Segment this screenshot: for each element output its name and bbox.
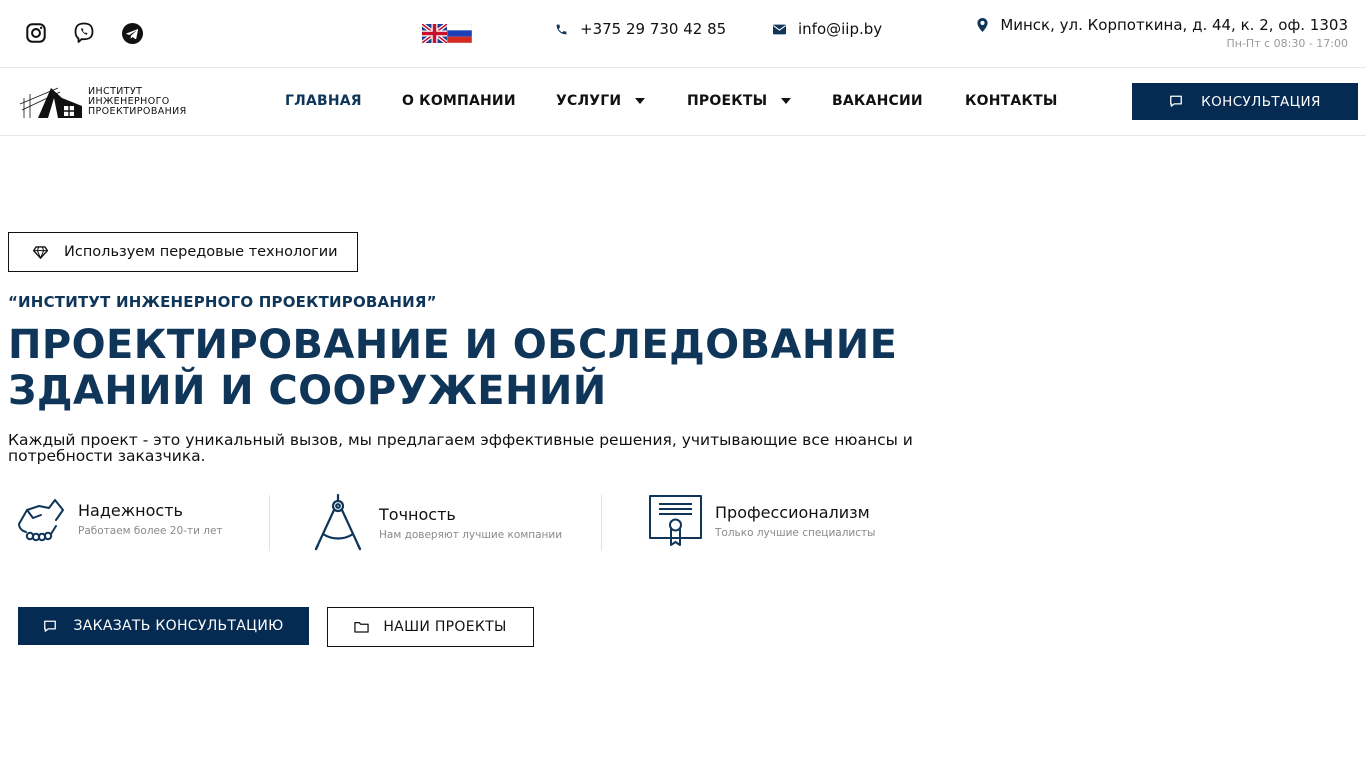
chat-icon bbox=[44, 620, 57, 632]
address-block: Минск, ул. Корпоткина, д. 44, к. 2, оф. … bbox=[977, 16, 1348, 50]
hero-headline: ПРОЕКТИРОВАНИЕ И ОБСЛЕДОВАНИЕ ЗДАНИЙ И С… bbox=[8, 322, 968, 414]
headline-line: ПРОЕКТИРОВАНИЕ И ОБСЛЕДОВАНИЕ bbox=[8, 322, 898, 368]
nav-item-label: УСЛУГИ bbox=[556, 93, 622, 109]
consultation-button-label: КОНСУЛЬТАЦИЯ bbox=[1201, 93, 1321, 110]
uk-flag-icon[interactable] bbox=[420, 22, 449, 45]
feature-description: Только лучшие специалисты bbox=[715, 527, 876, 539]
nav-item-label: ПРОЕКТЫ bbox=[687, 93, 768, 109]
email-link[interactable]: info@iip.by bbox=[773, 20, 882, 38]
diamond-icon bbox=[33, 245, 48, 259]
tag-label: Используем передовые технологии bbox=[64, 244, 338, 260]
caret-down-icon bbox=[635, 98, 646, 104]
our-projects-button[interactable]: НАШИ ПРОЕКТЫ bbox=[327, 607, 534, 647]
working-hours: Пн-Пт с 08:30 - 17:00 bbox=[1226, 37, 1348, 50]
order-consultation-button[interactable]: ЗАКАЗАТЬ КОНСУЛЬТАЦИЮ bbox=[18, 607, 309, 645]
russia-flag-icon[interactable] bbox=[446, 23, 473, 44]
logo-line: ПРОЕКТИРОВАНИЯ bbox=[88, 106, 187, 117]
folder-icon bbox=[354, 622, 370, 633]
technology-tag: Используем передовые технологии bbox=[8, 232, 358, 272]
caret-down-icon bbox=[781, 98, 792, 104]
phone-number: +375 29 730 42 85 bbox=[580, 20, 727, 38]
hero-lead: Каждый проект - это уникальный вызов, мы… bbox=[8, 431, 913, 465]
main-navigation: ИНСТИТУТ ИНЖЕНЕРНОГО ПРОЕКТИРОВАНИЯ ГЛАВ… bbox=[0, 68, 1366, 136]
telegram-icon[interactable] bbox=[119, 20, 145, 46]
nav-item-projects[interactable]: ПРОЕКТЫ bbox=[687, 93, 792, 109]
instagram-icon[interactable] bbox=[23, 20, 49, 46]
chat-icon bbox=[1170, 95, 1183, 107]
map-marker-icon bbox=[977, 18, 988, 32]
address-text: Минск, ул. Корпоткина, д. 44, к. 2, оф. … bbox=[1000, 16, 1348, 34]
headline-line: ЗДАНИЙ И СООРУЖЕНИЙ bbox=[8, 368, 607, 414]
logo-text: ИНСТИТУТ ИНЖЕНЕРНОГО ПРОЕКТИРОВАНИЯ bbox=[88, 87, 187, 117]
feature-title: Точность bbox=[379, 505, 456, 524]
our-projects-label: НАШИ ПРОЕКТЫ bbox=[383, 619, 507, 635]
nav-item-services[interactable]: УСЛУГИ bbox=[556, 93, 646, 109]
viber-icon[interactable] bbox=[71, 20, 97, 46]
nav-item-label: КОНТАКТЫ bbox=[965, 93, 1058, 109]
consultation-button[interactable]: КОНСУЛЬТАЦИЯ bbox=[1132, 83, 1358, 120]
feature-professionalism: Профессионализм Только лучшие специалист… bbox=[648, 494, 875, 548]
house-logo-icon bbox=[19, 87, 82, 118]
feature-reliability: Надежность Работаем более 20-ти лет bbox=[16, 494, 223, 544]
hero-subtitle: “ИНСТИТУТ ИНЖЕНЕРНОГО ПРОЕКТИРОВАНИЯ” bbox=[8, 293, 437, 311]
nav-item-vacancies[interactable]: ВАКАНСИИ bbox=[832, 93, 923, 109]
order-consultation-label: ЗАКАЗАТЬ КОНСУЛЬТАЦИЮ bbox=[73, 618, 284, 634]
nav-item-label: ГЛАВНАЯ bbox=[285, 93, 362, 109]
language-switcher bbox=[420, 22, 473, 45]
nav-item-contacts[interactable]: КОНТАКТЫ bbox=[965, 93, 1058, 109]
feature-divider bbox=[269, 495, 270, 551]
email-address: info@iip.by bbox=[798, 20, 883, 38]
nav-item-about[interactable]: О КОМПАНИИ bbox=[402, 93, 516, 109]
feature-description: Работаем более 20-ти лет bbox=[78, 525, 223, 537]
feature-divider bbox=[601, 495, 602, 551]
feature-title: Профессионализм bbox=[715, 503, 870, 522]
nav-item-label: О КОМПАНИИ bbox=[402, 93, 516, 109]
feature-accuracy: Точность Нам доверяют лучшие компании bbox=[311, 494, 562, 552]
feature-title: Надежность bbox=[78, 501, 183, 520]
feature-description: Нам доверяют лучшие компании bbox=[379, 529, 563, 541]
nav-item-home[interactable]: ГЛАВНАЯ bbox=[285, 93, 362, 109]
compass-icon bbox=[314, 494, 362, 551]
nav-item-label: ВАКАНСИИ bbox=[832, 93, 923, 109]
envelope-icon bbox=[773, 24, 786, 34]
phone-link[interactable]: +375 29 730 42 85 bbox=[555, 20, 726, 38]
company-logo[interactable]: ИНСТИТУТ ИНЖЕНЕРНОГО ПРОЕКТИРОВАНИЯ bbox=[18, 82, 198, 122]
phone-icon bbox=[556, 24, 567, 34]
top-bar: +375 29 730 42 85 info@iip.by Минск, ул.… bbox=[0, 0, 1366, 68]
certificate-icon bbox=[649, 495, 702, 546]
handshake-icon bbox=[18, 499, 64, 542]
